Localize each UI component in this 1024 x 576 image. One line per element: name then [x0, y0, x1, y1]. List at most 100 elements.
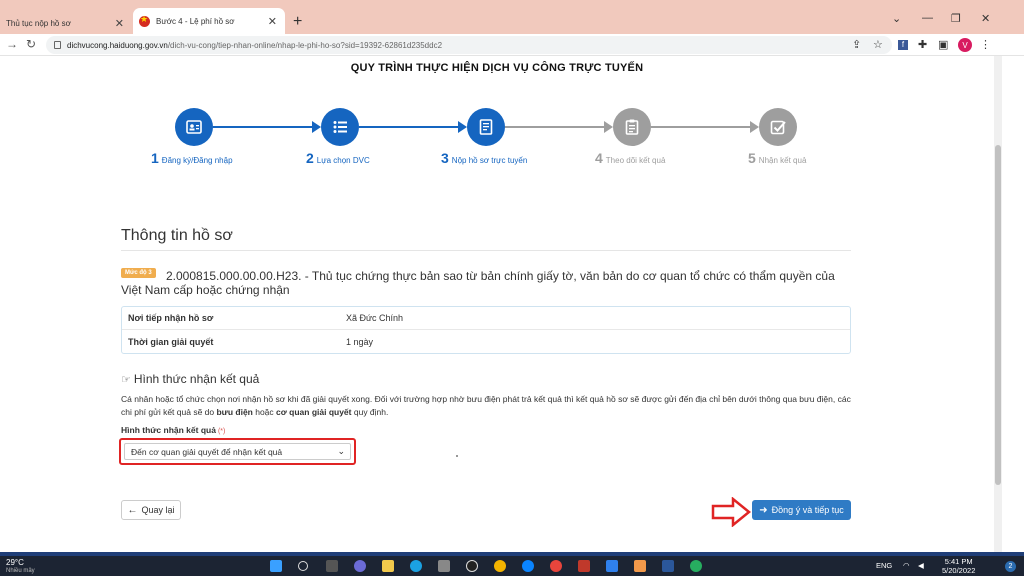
next-label: Đồng ý và tiếp tục: [771, 505, 844, 515]
forward-icon[interactable]: →: [6, 37, 18, 51]
dossier-info-table: Nơi tiếp nhận hồ sơ Xã Đức Chính Thời gi…: [121, 306, 851, 354]
teams-chat-icon[interactable]: [354, 560, 366, 572]
step-3-circle: [467, 108, 505, 146]
back-label: Quay lại: [141, 505, 175, 515]
process-title: QUY TRÌNH THỰC HIỆN DỊCH VỤ CÔNG TRỰC TU…: [350, 62, 644, 74]
weather-widget[interactable]: 29°C Nhiều mây: [6, 558, 35, 576]
url-input[interactable]: dichvucong.haiduong.gov.vn/dich-vu-cong/…: [46, 36, 892, 54]
note-bold-post: bưu điện: [216, 407, 253, 417]
arrow-right-icon: ➜: [759, 504, 768, 516]
app-icon[interactable]: [690, 560, 702, 572]
side-panel-icon[interactable]: ▣: [938, 38, 948, 51]
minimize-icon[interactable]: —: [922, 12, 933, 24]
receive-method-label: Hình thức nhận kết quả (*): [121, 425, 225, 435]
close-tab-icon[interactable]: ✕: [115, 17, 124, 30]
reload-icon[interactable]: ↻: [26, 37, 36, 51]
step-text: Nộp hồ sơ trực tuyến: [451, 156, 528, 165]
step-arrow: [312, 121, 321, 133]
search-icon[interactable]: [298, 561, 308, 571]
step-text: Theo dõi kết quả: [605, 156, 666, 165]
app-icon[interactable]: [578, 560, 590, 572]
select-value: Đến cơ quan giải quyết để nhận kết quả: [131, 446, 283, 457]
step-number: 4: [595, 150, 603, 166]
chrome-active-icon[interactable]: [550, 560, 562, 572]
notification-badge[interactable]: 2: [1005, 561, 1016, 572]
facebook-extension-icon[interactable]: f: [898, 40, 908, 50]
info-value: Xã Đức Chính: [346, 313, 404, 323]
note-text: quy định.: [351, 407, 389, 417]
step-text: Nhận kết quả: [758, 156, 807, 165]
store-icon[interactable]: [438, 560, 450, 572]
note-text: hoặc: [252, 407, 277, 417]
clipboard-icon: [625, 119, 639, 135]
edge-icon[interactable]: [410, 560, 422, 572]
task-view-icon[interactable]: [326, 560, 338, 572]
restore-icon[interactable]: ❐: [951, 12, 961, 25]
browser-tab-bar: Thủ tục nộp hồ sơ ✕ Bước 4 - Lệ phí hồ s…: [0, 0, 1024, 34]
step-number: 2: [306, 150, 314, 166]
scrollbar-thumb[interactable]: [995, 145, 1001, 485]
bookmark-star-icon[interactable]: ☆: [873, 38, 883, 51]
windows-start-icon[interactable]: [270, 560, 282, 572]
receive-method-select[interactable]: Đến cơ quan giải quyết để nhận kết quả ⌄: [124, 443, 351, 460]
table-row: Nơi tiếp nhận hồ sơ Xã Đức Chính: [122, 307, 850, 330]
language-indicator[interactable]: ENG: [876, 561, 892, 570]
required-mark: (*): [217, 428, 226, 435]
step-number: 3: [441, 150, 449, 166]
file-explorer-icon[interactable]: [382, 560, 394, 572]
wifi-icon[interactable]: ◠: [903, 561, 910, 570]
agree-continue-button[interactable]: ➜ Đồng ý và tiếp tục: [752, 500, 851, 520]
step-1-circle: [175, 108, 213, 146]
close-window-icon[interactable]: ✕: [981, 12, 990, 25]
messenger-icon[interactable]: [522, 560, 534, 572]
section-title: Thông tin hồ sơ: [121, 227, 233, 244]
step-5-label: 5 Nhận kết quả: [748, 150, 806, 166]
step-connector: [651, 126, 756, 128]
step-arrow: [604, 121, 613, 133]
chrome-icon[interactable]: [494, 560, 506, 572]
speaker-icon[interactable]: ◀: [918, 561, 924, 570]
step-text: Lựa chọn DVC: [316, 156, 370, 165]
step-connector: [505, 126, 610, 128]
system-clock[interactable]: 5:41 PM 5/20/2022: [942, 557, 975, 575]
step-4-label: 4 Theo dõi kết quả: [595, 150, 665, 166]
profile-avatar[interactable]: V: [958, 38, 972, 52]
new-tab-icon[interactable]: +: [293, 13, 302, 31]
receive-method-heading: ☞ Hình thức nhận kết quả: [121, 372, 259, 386]
weather-condition: Nhiều mây: [6, 568, 35, 574]
site-emblem-icon: [139, 14, 150, 27]
table-row: Thời gian giải quyết 1 ngày: [122, 330, 850, 353]
app-icon[interactable]: [466, 560, 478, 572]
temperature: 29°C: [6, 558, 24, 567]
tab-thu-tuc-nop-ho-so[interactable]: Thủ tục nộp hồ sơ ✕: [0, 12, 132, 34]
step-arrow: [750, 121, 759, 133]
menu-kebab-icon[interactable]: ⋮: [980, 38, 991, 51]
share-icon[interactable]: ⇪: [852, 38, 861, 51]
tab-title: Thủ tục nộp hồ sơ: [6, 18, 71, 28]
step-text: Đăng ký/Đăng nhập: [161, 156, 233, 165]
chevron-down-icon: ⌄: [337, 446, 345, 456]
word-icon[interactable]: [662, 560, 674, 572]
step-3-label: 3 Nộp hồ sơ trực tuyến: [441, 150, 527, 166]
step-connector: [359, 126, 464, 128]
close-tab-icon[interactable]: ✕: [268, 15, 277, 28]
step-2-circle: [321, 108, 359, 146]
step-number: 1: [151, 150, 159, 166]
step-arrow: [458, 121, 467, 133]
back-button[interactable]: ← Quay lại: [121, 500, 181, 520]
windows-taskbar: 29°C Nhiều mây ENG ◠ ◀ 5:41 PM 5/20/2022…: [0, 556, 1024, 576]
red-pointer-arrow-icon: [711, 497, 751, 527]
url-path: /dich-vu-cong/tiep-nhan-online/nhap-le-p…: [167, 40, 443, 50]
tab-buoc-4[interactable]: Bước 4 - Lệ phí hồ sơ ✕: [133, 8, 285, 34]
arrow-left-icon: ←: [127, 504, 138, 516]
info-key: Nơi tiếp nhận hồ sơ: [128, 313, 214, 323]
clock-date: 5/20/2022: [942, 566, 976, 575]
divider: [121, 250, 851, 251]
photos-icon[interactable]: [606, 560, 618, 572]
app-icon[interactable]: [634, 560, 646, 572]
receive-method-title: Hình thức nhận kết quả: [133, 372, 260, 386]
procedure-description: 2.000815.000.00.00.H23. - Thủ tục chứng …: [121, 269, 851, 297]
tab-search-icon[interactable]: ⌄: [892, 12, 901, 25]
extensions-puzzle-icon[interactable]: ✚: [918, 38, 927, 51]
document-icon: [479, 119, 493, 135]
